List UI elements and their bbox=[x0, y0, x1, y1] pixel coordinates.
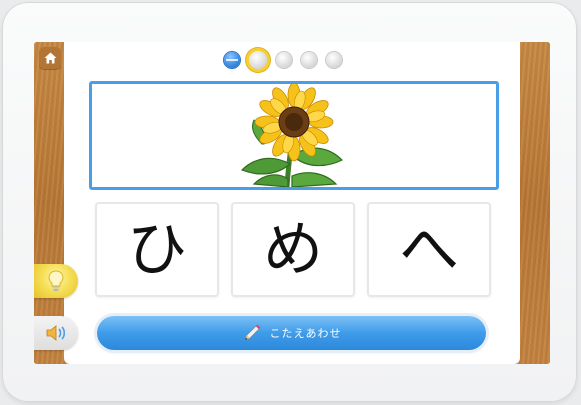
answer-choices: ひ め へ bbox=[95, 202, 491, 297]
check-answer-button[interactable]: こたえあわせ bbox=[97, 316, 486, 350]
choice-card-3[interactable]: へ bbox=[367, 202, 491, 297]
home-button[interactable] bbox=[39, 47, 61, 69]
progress-dot bbox=[301, 52, 317, 68]
progress-dot bbox=[326, 52, 342, 68]
lightbulb-icon bbox=[48, 270, 64, 291]
game-screen: ひ め へ こたえあわせ bbox=[34, 42, 550, 364]
choice-character: へ bbox=[399, 214, 459, 285]
home-icon bbox=[44, 52, 56, 64]
check-answer-label: こたえあわせ bbox=[269, 327, 342, 340]
progress-dot bbox=[276, 52, 292, 68]
speaker-icon bbox=[46, 325, 66, 341]
choice-card-1[interactable]: ひ bbox=[95, 202, 219, 297]
hint-button[interactable] bbox=[34, 264, 78, 298]
question-picture-frame bbox=[89, 81, 499, 190]
progress-dot-completed bbox=[224, 52, 240, 68]
choice-card-2[interactable]: め bbox=[231, 202, 355, 297]
sunflower-illustration bbox=[240, 84, 344, 187]
pencil-icon bbox=[243, 324, 260, 341]
choice-character: ひ bbox=[127, 214, 187, 285]
sound-button[interactable] bbox=[34, 316, 78, 350]
progress-dot-current bbox=[249, 51, 267, 69]
progress-indicator bbox=[224, 49, 342, 71]
choice-character: め bbox=[263, 214, 323, 285]
